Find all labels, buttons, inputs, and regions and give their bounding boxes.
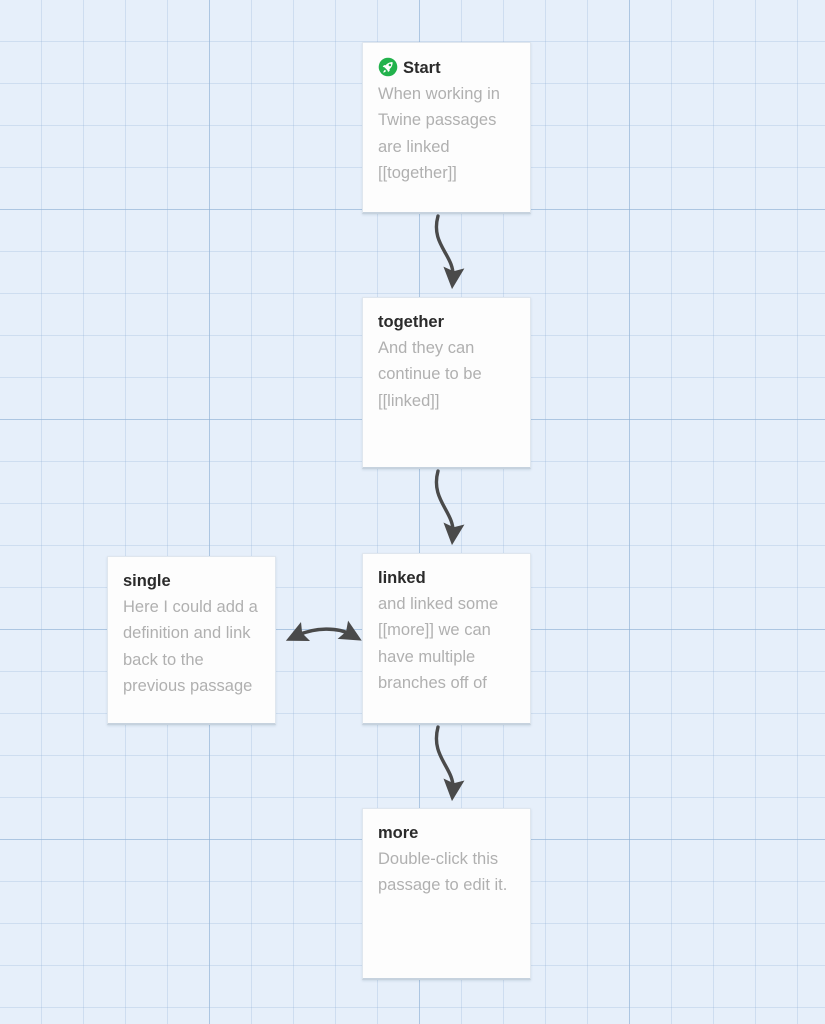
passage-more-title: more [378, 823, 515, 843]
passage-together-name: together [378, 313, 444, 331]
passage-linked[interactable]: linked and linked some [[more]] we can h… [362, 553, 531, 725]
link-linked-to-more [434, 725, 465, 802]
story-map-canvas[interactable]: Start When working in Twine passages are… [0, 0, 825, 1024]
passage-single-excerpt: Here I could add a definition and link b… [123, 598, 258, 695]
link-single-linked [285, 620, 362, 642]
passage-start[interactable]: Start When working in Twine passages are… [362, 42, 531, 214]
passage-start-excerpt: When working in Twine passages are linke… [378, 85, 500, 182]
passage-start-name: Start [403, 59, 441, 77]
link-together-to-linked [434, 469, 465, 546]
passage-more-excerpt: Double-click this passage to edit it. [378, 850, 508, 895]
passage-linked-excerpt: and linked some [[more]] we can have mul… [378, 595, 499, 692]
rocket-icon [378, 57, 398, 77]
passage-together[interactable]: together And they can continue to be [[l… [362, 297, 531, 469]
passage-single[interactable]: single Here I could add a definition and… [107, 556, 276, 725]
passage-start-title: Start [378, 57, 515, 78]
passage-single-name: single [123, 572, 171, 590]
passage-more[interactable]: more Double-click this passage to edit i… [362, 808, 531, 980]
passage-more-name: more [378, 824, 419, 842]
link-start-to-together [434, 214, 465, 290]
passage-together-excerpt: And they can continue to be [[linked]] [378, 339, 482, 410]
passage-together-title: together [378, 312, 515, 332]
passage-linked-title: linked [378, 568, 515, 588]
passage-linked-name: linked [378, 569, 426, 587]
passage-single-title: single [123, 571, 260, 591]
